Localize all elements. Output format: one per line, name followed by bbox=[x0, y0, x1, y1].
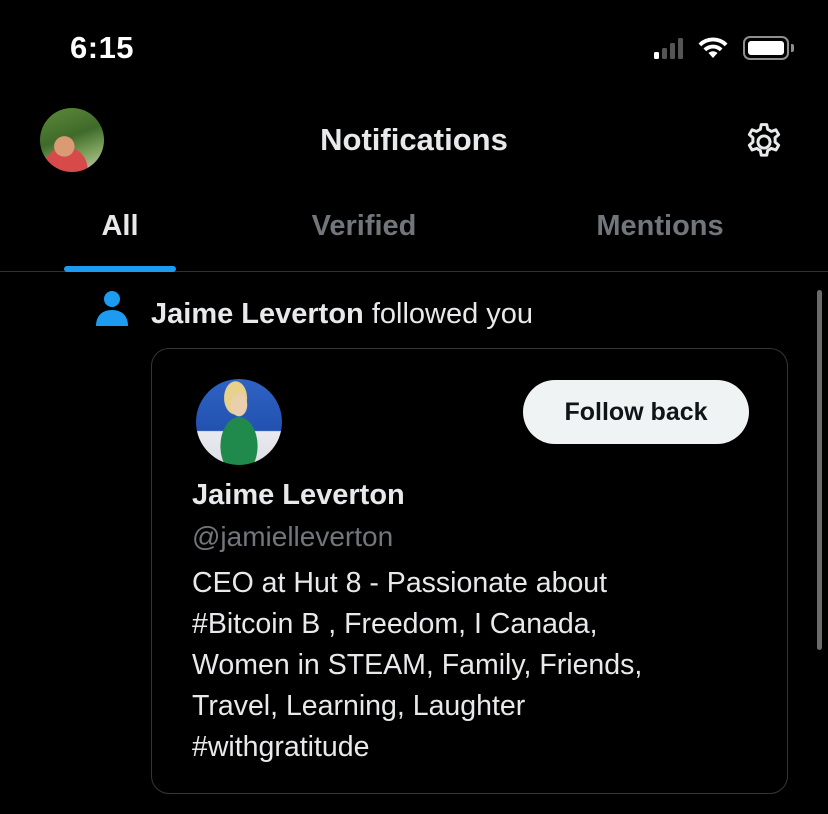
status-icons bbox=[654, 36, 794, 60]
notification-action: followed you bbox=[363, 298, 534, 330]
user-avatar[interactable] bbox=[196, 379, 282, 465]
person-icon bbox=[96, 291, 128, 326]
profile-card[interactable]: Follow back Jaime Leverton @jamiellevert… bbox=[151, 348, 788, 794]
profile-name[interactable]: Jaime Leverton bbox=[192, 479, 405, 512]
profile-handle: @jamielleverton bbox=[192, 521, 394, 552]
notifications-screen: 6:15 Notifications All Verified Mentions bbox=[0, 0, 828, 814]
gear-icon[interactable] bbox=[742, 120, 786, 164]
bio-line: #withgratitude bbox=[192, 731, 370, 763]
tab-mentions[interactable]: Mentions bbox=[596, 210, 723, 243]
follow-back-button[interactable]: Follow back bbox=[523, 380, 749, 444]
bio-line: CEO at Hut 8 - Passionate about bbox=[192, 567, 608, 599]
bio-line: Travel, Learning, Laughter bbox=[192, 690, 526, 722]
notification-actor[interactable]: Jaime Leverton bbox=[151, 298, 364, 330]
scrollbar[interactable] bbox=[817, 290, 822, 650]
tab-all[interactable]: All bbox=[101, 210, 138, 243]
active-tab-indicator bbox=[64, 266, 176, 272]
notification-text[interactable]: Jaime Leverton followed you bbox=[151, 298, 533, 331]
wifi-icon bbox=[698, 37, 728, 58]
bio-line: #Bitcoin B , Freedom, I Canada, bbox=[192, 608, 598, 640]
tab-verified[interactable]: Verified bbox=[312, 210, 417, 243]
profile-bio: CEO at Hut 8 - Passionate about #Bitcoin… bbox=[192, 563, 772, 768]
tab-bar: All Verified Mentions bbox=[0, 196, 828, 272]
status-time: 6:15 bbox=[70, 30, 135, 65]
bio-line: Women in STEAM, Family, Friends, bbox=[192, 649, 643, 681]
page-title: Notifications bbox=[320, 122, 508, 157]
battery-icon bbox=[743, 36, 794, 60]
cellular-signal-icon bbox=[654, 37, 683, 59]
